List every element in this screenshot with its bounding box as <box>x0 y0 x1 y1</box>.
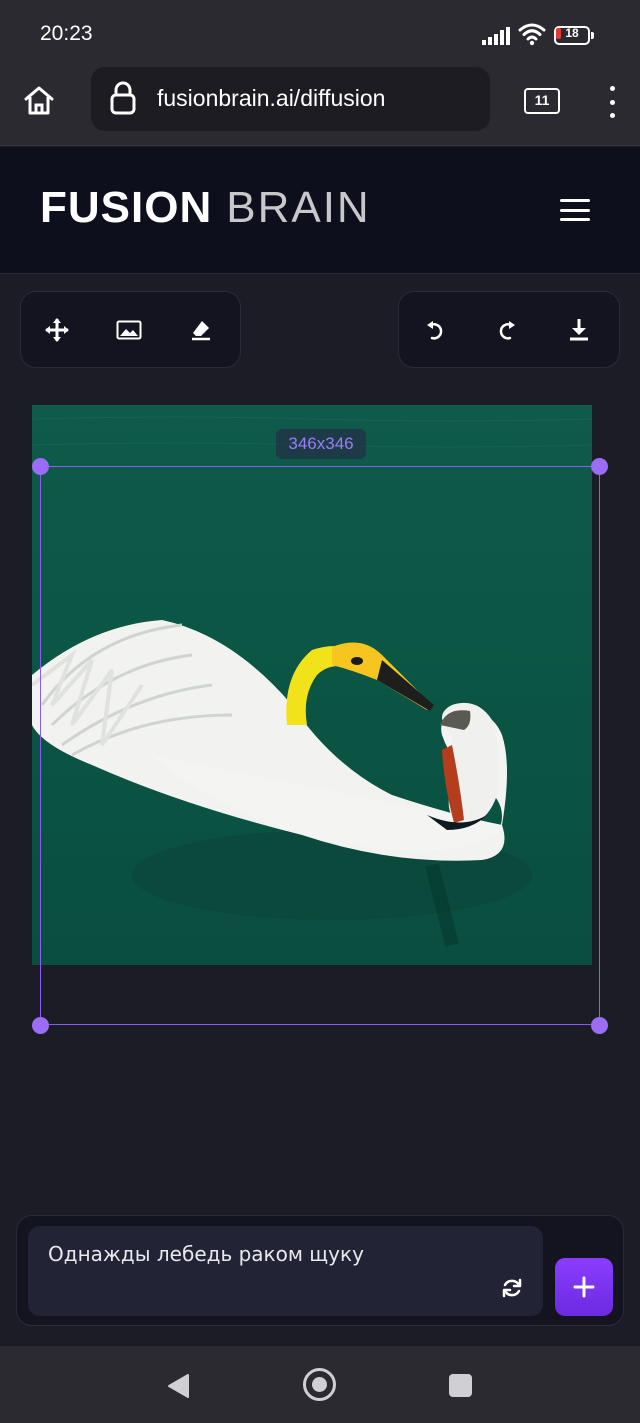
image-tool-button[interactable] <box>93 291 165 368</box>
browser-home-button[interactable] <box>18 80 60 122</box>
redo-icon <box>499 320 515 340</box>
selection-size-label: 346x346 <box>276 429 366 459</box>
redo-button[interactable] <box>471 291 543 368</box>
back-icon[interactable] <box>166 1373 192 1399</box>
tabs-button[interactable]: 11 <box>524 88 560 114</box>
wifi-icon <box>518 23 546 46</box>
logo-bold: FUSION <box>40 183 213 232</box>
signal-icon <box>482 27 510 45</box>
logo[interactable]: FUSION BRAIN <box>40 183 371 233</box>
history-toolbar <box>398 291 620 368</box>
resize-handle-top-left[interactable] <box>32 458 49 475</box>
home-icon <box>24 86 54 115</box>
download-button[interactable] <box>543 291 615 368</box>
prompt-input[interactable]: Однажды лебедь раком щуку <box>28 1226 543 1316</box>
android-nav-bar <box>0 1346 640 1423</box>
image-icon <box>116 320 142 339</box>
undo-button[interactable] <box>399 291 471 368</box>
eraser-tool-button[interactable] <box>165 291 237 368</box>
screen: 20:23 18 fusionbrain.ai/diffusion 11 FUS… <box>0 0 640 1423</box>
status-bar: 20:23 18 <box>0 0 640 66</box>
address-bar[interactable]: fusionbrain.ai/diffusion <box>91 67 490 131</box>
recents-icon[interactable] <box>449 1374 472 1397</box>
canvas-tools-toolbar <box>20 291 241 368</box>
logo-light: BRAIN <box>226 183 371 232</box>
move-tool-button[interactable] <box>21 291 93 368</box>
eraser-icon <box>192 320 210 340</box>
resize-handle-bottom-right[interactable] <box>591 1017 608 1034</box>
move-icon <box>45 317 69 342</box>
battery-icon: 18 <box>554 26 594 45</box>
refresh-icon[interactable] <box>500 1276 524 1300</box>
lock-icon <box>110 81 136 115</box>
add-button[interactable] <box>555 1258 613 1316</box>
resize-handle-top-right[interactable] <box>591 458 608 475</box>
home-circle-icon[interactable] <box>303 1368 336 1401</box>
plus-icon <box>573 1276 595 1298</box>
status-time: 20:23 <box>40 22 93 45</box>
resize-handle-bottom-left[interactable] <box>32 1017 49 1034</box>
undo-icon <box>427 320 443 340</box>
prompt-text: Однажды лебедь раком щуку <box>48 1242 364 1266</box>
prompt-panel: Однажды лебедь раком щуку <box>16 1215 624 1326</box>
browser-toolbar: fusionbrain.ai/diffusion 11 <box>0 66 640 146</box>
battery-level: 18 <box>565 26 579 40</box>
more-icon[interactable] <box>598 82 626 122</box>
selection-frame[interactable] <box>40 466 600 1025</box>
url-text: fusionbrain.ai/diffusion <box>157 85 386 111</box>
hamburger-menu-icon[interactable] <box>560 199 590 221</box>
app-header: FUSION BRAIN <box>0 147 640 274</box>
download-icon <box>570 318 588 340</box>
